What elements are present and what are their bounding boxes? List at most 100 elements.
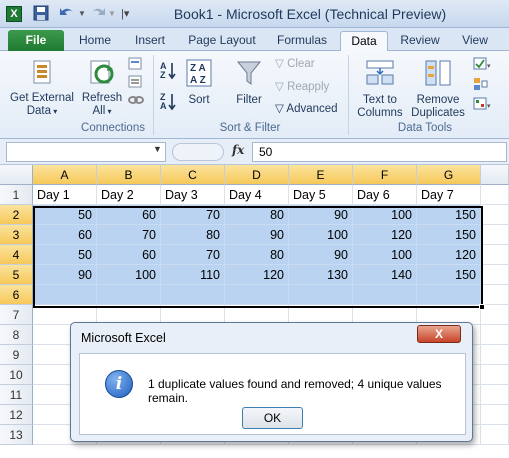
cell[interactable] (481, 305, 509, 325)
tab-review[interactable]: Review (396, 31, 444, 51)
cell[interactable]: 80 (225, 205, 289, 225)
cell[interactable]: Day 4 (225, 185, 289, 205)
cell[interactable]: 70 (161, 245, 225, 265)
consolidate-icon[interactable] (472, 77, 494, 95)
cell[interactable] (481, 265, 509, 285)
cell[interactable]: 60 (33, 225, 97, 245)
close-icon[interactable]: X (417, 325, 461, 343)
cell[interactable]: 100 (97, 265, 161, 285)
cell[interactable] (481, 245, 509, 265)
tab-home[interactable]: Home (72, 31, 118, 51)
cell[interactable]: 100 (353, 205, 417, 225)
row-header[interactable]: 3 (0, 225, 33, 245)
filter-button[interactable]: Filter (229, 58, 269, 107)
name-box-dropdown-icon[interactable]: ▼ (153, 144, 162, 154)
cell[interactable]: 120 (417, 245, 481, 265)
formula-input[interactable]: 50 (252, 142, 507, 162)
tab-view[interactable]: View (454, 31, 496, 51)
save-icon[interactable] (33, 5, 49, 23)
cell[interactable] (481, 285, 509, 305)
insert-function-icon[interactable]: fx (232, 143, 244, 157)
cell[interactable]: 60 (97, 205, 161, 225)
customize-qat-icon[interactable]: |▾ (121, 5, 129, 23)
tab-data[interactable]: Data (340, 31, 388, 51)
cell[interactable]: 90 (33, 265, 97, 285)
cell[interactable]: 130 (289, 265, 353, 285)
tab-file[interactable]: File (8, 30, 64, 51)
cell[interactable]: 120 (353, 225, 417, 245)
cell[interactable] (481, 185, 509, 205)
column-header[interactable]: B (97, 165, 161, 185)
row-header[interactable]: 6 (0, 285, 33, 305)
fill-handle[interactable] (479, 304, 485, 310)
cell[interactable]: 50 (33, 245, 97, 265)
cell[interactable]: 70 (161, 205, 225, 225)
connections-icon[interactable] (127, 57, 145, 75)
cell[interactable]: 80 (225, 245, 289, 265)
cell[interactable]: Day 7 (417, 185, 481, 205)
cell[interactable] (481, 365, 509, 385)
cell[interactable]: 70 (97, 225, 161, 245)
cell[interactable]: 90 (289, 245, 353, 265)
cell[interactable]: 100 (353, 245, 417, 265)
cell[interactable]: 150 (417, 265, 481, 285)
cell[interactable] (225, 285, 289, 305)
cell[interactable] (481, 425, 509, 445)
cell[interactable] (481, 225, 509, 245)
column-header[interactable]: E (289, 165, 353, 185)
row-header[interactable]: 10 (0, 365, 33, 385)
cell[interactable] (289, 285, 353, 305)
tab-page-layout[interactable]: Page Layout (184, 31, 260, 51)
cell[interactable]: 150 (417, 205, 481, 225)
cell[interactable]: 120 (225, 265, 289, 285)
redo-dropdown-icon[interactable]: ▼ (108, 5, 116, 23)
cell[interactable] (481, 385, 509, 405)
column-header[interactable]: F (353, 165, 417, 185)
cell[interactable] (481, 205, 509, 225)
cell[interactable]: 110 (161, 265, 225, 285)
column-header[interactable] (481, 165, 509, 185)
column-header[interactable]: C (161, 165, 225, 185)
cell[interactable]: 100 (289, 225, 353, 245)
row-header[interactable]: 12 (0, 405, 33, 425)
cell[interactable] (161, 285, 225, 305)
reapply-button[interactable]: ▽ Reapply (275, 80, 329, 94)
properties-icon[interactable] (127, 75, 145, 93)
sort-ascending-icon[interactable]: AZ (157, 60, 179, 84)
undo-icon[interactable] (58, 5, 76, 23)
refresh-all-button[interactable]: Refresh All ▾ (80, 58, 124, 118)
cell[interactable]: Day 2 (97, 185, 161, 205)
edit-links-icon[interactable] (127, 93, 145, 111)
what-if-analysis-icon[interactable]: ▾ (472, 97, 494, 115)
redo-icon[interactable] (89, 5, 107, 23)
cell[interactable]: Day 1 (33, 185, 97, 205)
cell[interactable]: 150 (417, 225, 481, 245)
cell[interactable]: 80 (161, 225, 225, 245)
row-header[interactable]: 7 (0, 305, 33, 325)
column-header[interactable]: G (417, 165, 481, 185)
advanced-filter-button[interactable]: ▽ Advanced (275, 102, 338, 116)
cell[interactable]: 140 (353, 265, 417, 285)
sort-button[interactable]: Z AA Z Sort (181, 58, 217, 107)
column-header[interactable]: D (225, 165, 289, 185)
cell[interactable] (481, 405, 509, 425)
row-header[interactable]: 9 (0, 345, 33, 365)
cell[interactable]: Day 5 (289, 185, 353, 205)
cell[interactable] (33, 285, 97, 305)
name-box[interactable] (6, 142, 166, 162)
row-header[interactable]: 4 (0, 245, 33, 265)
cell[interactable]: 50 (33, 205, 97, 225)
cell[interactable] (481, 345, 509, 365)
remove-duplicates-button[interactable]: Remove Duplicates (409, 58, 467, 120)
row-header[interactable]: 13 (0, 425, 33, 445)
tab-insert[interactable]: Insert (127, 31, 173, 51)
get-external-data-button[interactable]: Get External Data ▾ (8, 58, 76, 118)
cell[interactable] (353, 285, 417, 305)
data-validation-icon[interactable]: ▾ (472, 57, 494, 75)
cell[interactable]: 90 (289, 205, 353, 225)
tab-formulas[interactable]: Formulas (270, 31, 334, 51)
cell[interactable]: 60 (97, 245, 161, 265)
ok-button[interactable]: OK (242, 407, 303, 429)
select-all-corner[interactable] (0, 165, 33, 185)
cell[interactable] (417, 285, 481, 305)
